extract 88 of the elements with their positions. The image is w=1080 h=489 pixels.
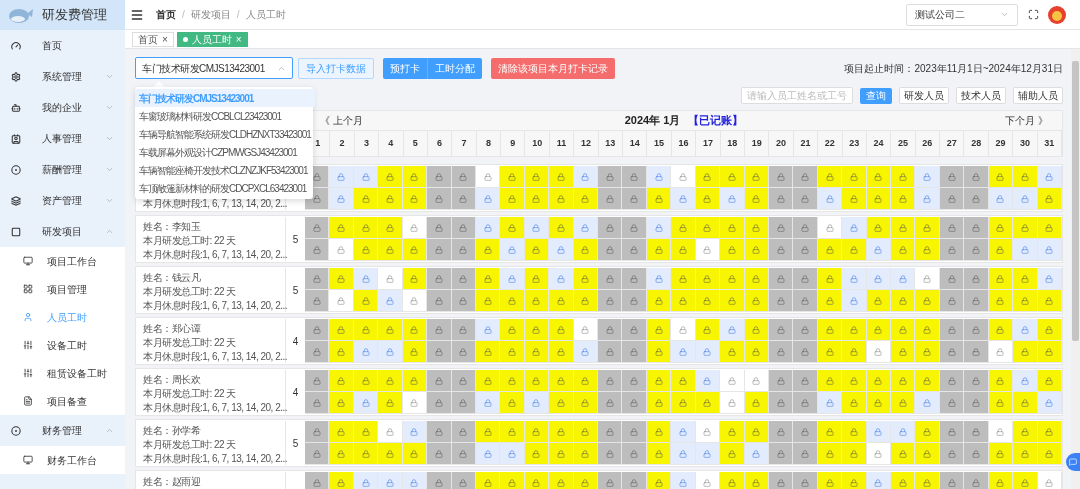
day-header: 11 bbox=[549, 131, 575, 156]
employee-count: 4 bbox=[292, 334, 299, 349]
day-header: 25 bbox=[891, 131, 916, 156]
sidebar-subitem[interactable]: 项目备查 bbox=[0, 387, 125, 415]
project-select[interactable]: 车门技术研发CMJS13423001 bbox=[135, 57, 293, 79]
rest-days: 本月休息时段:1, 6, 7, 13, 14, 20, 2... bbox=[143, 198, 285, 209]
day-header: 20 bbox=[769, 131, 794, 156]
breadcrumb-item: 人员工时 bbox=[245, 8, 286, 22]
sidebar-item[interactable]: 薪酬管理 bbox=[0, 154, 125, 185]
rest-days: 本月休息时段:1, 6, 7, 13, 14, 20, 2... bbox=[143, 249, 285, 260]
rest-days: 本月休息时段:1, 6, 7, 13, 14, 20, 2... bbox=[143, 300, 285, 311]
sidebar-subitem[interactable]: 财务工作台 bbox=[0, 446, 125, 474]
rest-days: 本月休息时段:1, 6, 7, 13, 14, 20, 2... bbox=[143, 351, 285, 362]
sidebar-item[interactable]: 资产管理 bbox=[0, 185, 125, 216]
filter-button[interactable]: 技术人员 bbox=[956, 87, 1006, 104]
dropdown-option[interactable]: 车窗玻璃材料研发CCBLCL23423001 bbox=[135, 107, 315, 125]
breadcrumb-item: 研发项目 bbox=[190, 8, 231, 22]
day-header: 29 bbox=[988, 131, 1014, 156]
filter-button[interactable]: 辅助人员 bbox=[1013, 87, 1063, 104]
day-header: 2 bbox=[330, 131, 355, 156]
employee-name: 姓名：赵雨迎 bbox=[143, 476, 201, 487]
day-header: 21 bbox=[793, 131, 819, 156]
employee-count: 5 bbox=[292, 283, 299, 298]
monthly-rd-hours: 本月研发总工时: 22 天 bbox=[143, 286, 237, 297]
filter-button[interactable]: 研发人员 bbox=[899, 87, 949, 104]
employee-name: 姓名：郑心谭 bbox=[143, 323, 202, 334]
monthly-rd-hours: 本月研发总工时: 22 天 bbox=[143, 337, 237, 348]
day-header: 28 bbox=[964, 131, 989, 156]
day-header: 12 bbox=[574, 131, 599, 156]
day-header: 17 bbox=[696, 131, 721, 156]
day-header: 7 bbox=[452, 131, 477, 156]
sidebar-subitem[interactable]: 项目工作台 bbox=[0, 247, 125, 275]
dropdown-option[interactable]: 车辆智能座椅开发技术CLZNZJKF53423001 bbox=[135, 161, 315, 179]
day-header: 16 bbox=[671, 131, 697, 156]
sidebar-item[interactable]: 人事管理 bbox=[0, 123, 125, 154]
app-title: 研发费管理 bbox=[42, 6, 107, 25]
day-header: 9 bbox=[501, 131, 526, 156]
sidebar-subitem[interactable]: 租赁设备工时 bbox=[0, 359, 125, 387]
day-header: 14 bbox=[623, 131, 648, 156]
day-header: 19 bbox=[744, 131, 770, 156]
tab-close-button[interactable]: × bbox=[162, 31, 168, 47]
day-header: 24 bbox=[866, 131, 892, 156]
day-header: 22 bbox=[818, 131, 843, 156]
page-tab[interactable]: 首页 × bbox=[132, 31, 174, 47]
day-header: 23 bbox=[842, 131, 867, 156]
employee-count: 4 bbox=[292, 385, 299, 400]
sidebar-item[interactable]: 我的企业 bbox=[0, 92, 125, 123]
dropdown-option[interactable]: 车顶敞篷新材料的研发CDCPXCL63423001 bbox=[135, 179, 315, 197]
sidebar-subitem[interactable]: 项目管理 bbox=[0, 275, 125, 303]
sidebar-item[interactable]: 系统管理 bbox=[0, 61, 125, 92]
employee-count: 5 bbox=[292, 232, 299, 247]
employee-name: 姓名：钱云凡 bbox=[143, 272, 202, 283]
day-header: 6 bbox=[427, 131, 453, 156]
sidebar-subitem[interactable]: 设备工时 bbox=[0, 331, 125, 359]
monthly-rd-hours: 本月研发总工时: 22 天 bbox=[143, 388, 237, 399]
breadcrumb-separator: / bbox=[182, 8, 185, 22]
project-period: 项目起止时间：2023年11月1日~2024年12月31日 bbox=[844, 61, 1063, 76]
sidebar-item[interactable]: 研发项目 bbox=[0, 216, 125, 247]
previous-month-link[interactable]: 《 上个月 bbox=[320, 113, 363, 128]
day-header: 5 bbox=[403, 131, 428, 156]
employee-search-field[interactable]: 请输入员工姓名或工号 bbox=[741, 87, 853, 104]
rest-days: 本月休息时段:1, 6, 7, 13, 14, 20, 2... bbox=[143, 453, 285, 464]
day-header: 30 bbox=[1013, 131, 1038, 156]
day-header: 15 bbox=[647, 131, 672, 156]
rest-days: 本月休息时段:1, 6, 7, 13, 14, 20, 2... bbox=[143, 402, 285, 413]
sidebar-item[interactable]: 财务管理 bbox=[0, 415, 125, 446]
day-header: 18 bbox=[720, 131, 745, 156]
day-header: 31 bbox=[1037, 131, 1062, 156]
day-header: 4 bbox=[379, 131, 404, 156]
employee-name: 姓名：周长欢 bbox=[143, 374, 202, 385]
booked-status: 【已记账】 bbox=[688, 113, 744, 129]
employee-name: 姓名：李知玉 bbox=[143, 221, 202, 232]
month-title: 2024年 1月 bbox=[624, 113, 681, 129]
monthly-rd-hours: 本月研发总工时: 22 天 bbox=[143, 235, 237, 246]
sidebar-item[interactable]: 首页 bbox=[0, 30, 125, 61]
company-select[interactable]: 测试公司二 bbox=[906, 3, 1018, 26]
day-header: 13 bbox=[598, 131, 624, 156]
breadcrumb-separator: / bbox=[236, 8, 240, 22]
day-header: 27 bbox=[940, 131, 965, 156]
next-month-link[interactable]: 下个月 》 bbox=[1005, 113, 1048, 128]
day-header: 3 bbox=[354, 131, 380, 156]
day-header: 8 bbox=[476, 131, 502, 156]
breadcrumb-item[interactable]: 首页 bbox=[156, 7, 176, 22]
day-header: 10 bbox=[525, 131, 550, 156]
employee-count: 5 bbox=[292, 436, 299, 451]
employee-name: 姓名：孙学希 bbox=[143, 425, 202, 436]
monthly-rd-hours: 本月研发总工时: 22 天 bbox=[143, 439, 237, 450]
day-header: 26 bbox=[915, 131, 941, 156]
